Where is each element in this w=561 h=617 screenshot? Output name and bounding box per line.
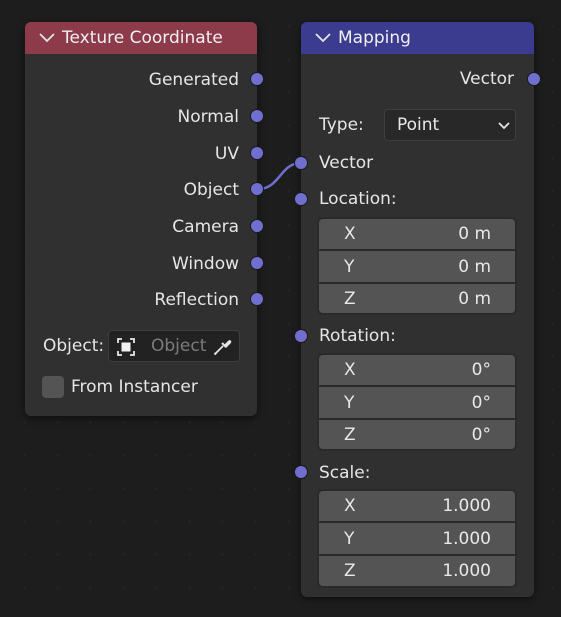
field-axis-label: Z bbox=[344, 561, 356, 581]
node-title: Texture Coordinate bbox=[62, 28, 223, 48]
field-value: 1.000 bbox=[442, 561, 491, 581]
scale-y-field[interactable]: Y 1.000 bbox=[319, 523, 515, 554]
socket-generated-output[interactable] bbox=[251, 73, 263, 85]
socket-vector-output[interactable] bbox=[528, 73, 540, 85]
mapping-node[interactable]: Mapping Vector Type: Point Vector Locati… bbox=[301, 22, 534, 597]
rotation-x-field[interactable]: X 0° bbox=[319, 355, 515, 385]
eyedropper-icon[interactable] bbox=[211, 336, 233, 358]
chevron-down-icon[interactable] bbox=[314, 32, 332, 44]
chevron-down-icon[interactable] bbox=[38, 32, 56, 44]
field-value: 0 m bbox=[458, 288, 491, 309]
location-label: Location: bbox=[319, 189, 397, 209]
socket-scale-input[interactable] bbox=[295, 466, 307, 478]
output-label-normal: Normal bbox=[177, 107, 239, 127]
field-value: 0° bbox=[471, 424, 491, 445]
socket-vector-input[interactable] bbox=[295, 157, 307, 169]
output-label-generated: Generated bbox=[148, 70, 239, 90]
mapping-header[interactable]: Mapping bbox=[301, 22, 534, 54]
socket-window-output[interactable] bbox=[251, 257, 263, 269]
field-axis-label: X bbox=[344, 360, 356, 380]
field-axis-label: Y bbox=[344, 392, 355, 413]
field-value: 1.000 bbox=[442, 528, 491, 549]
object-data-icon bbox=[117, 338, 135, 356]
output-label-reflection: Reflection bbox=[154, 290, 239, 310]
socket-location-input[interactable] bbox=[295, 193, 307, 205]
socket-object-output[interactable] bbox=[251, 183, 263, 195]
output-label-camera: Camera bbox=[172, 217, 239, 237]
field-axis-label: X bbox=[344, 496, 356, 516]
field-value: 0° bbox=[471, 392, 491, 413]
rotation-z-field[interactable]: Z 0° bbox=[319, 420, 515, 449]
chevron-down-icon bbox=[498, 122, 510, 130]
field-axis-label: Z bbox=[344, 288, 356, 309]
output-label-object: Object bbox=[183, 180, 239, 200]
object-field-label: Object: bbox=[43, 336, 105, 356]
field-value: 0° bbox=[471, 360, 491, 380]
scale-label: Scale: bbox=[319, 463, 371, 483]
output-label-vector: Vector bbox=[459, 69, 514, 89]
scale-x-field[interactable]: X 1.000 bbox=[319, 491, 515, 521]
field-axis-label: Y bbox=[344, 528, 355, 549]
field-value: 1.000 bbox=[442, 496, 491, 516]
output-label-window: Window bbox=[171, 254, 239, 274]
field-value: 0 m bbox=[458, 224, 491, 244]
from-instancer-label: From Instancer bbox=[71, 377, 198, 397]
node-title: Mapping bbox=[338, 28, 411, 48]
socket-normal-output[interactable] bbox=[251, 110, 263, 122]
field-axis-label: Y bbox=[344, 256, 355, 277]
scale-z-field[interactable]: Z 1.000 bbox=[319, 556, 515, 586]
socket-camera-output[interactable] bbox=[251, 220, 263, 232]
type-dropdown-value: Point bbox=[397, 115, 440, 135]
field-value: 0 m bbox=[458, 256, 491, 277]
input-label-vector: Vector bbox=[319, 153, 374, 173]
location-z-field[interactable]: Z 0 m bbox=[319, 284, 515, 313]
field-axis-label: X bbox=[344, 224, 356, 244]
type-dropdown[interactable]: Point bbox=[384, 109, 516, 141]
texture-coordinate-node[interactable]: Texture Coordinate Generated Normal UV O… bbox=[25, 22, 257, 416]
texture-coordinate-header[interactable]: Texture Coordinate bbox=[25, 22, 257, 54]
type-label: Type: bbox=[319, 115, 364, 135]
object-picker-placeholder: Object bbox=[151, 336, 207, 356]
rotation-y-field[interactable]: Y 0° bbox=[319, 387, 515, 418]
location-y-field[interactable]: Y 0 m bbox=[319, 251, 515, 282]
socket-reflection-output[interactable] bbox=[251, 293, 263, 305]
object-picker-field[interactable]: Object bbox=[108, 330, 240, 362]
field-axis-label: Z bbox=[344, 424, 356, 445]
rotation-label: Rotation: bbox=[319, 326, 396, 346]
output-label-uv: UV bbox=[214, 144, 239, 164]
location-x-field[interactable]: X 0 m bbox=[319, 219, 515, 249]
from-instancer-checkbox[interactable] bbox=[42, 376, 64, 398]
socket-uv-output[interactable] bbox=[251, 147, 263, 159]
socket-rotation-input[interactable] bbox=[295, 330, 307, 342]
